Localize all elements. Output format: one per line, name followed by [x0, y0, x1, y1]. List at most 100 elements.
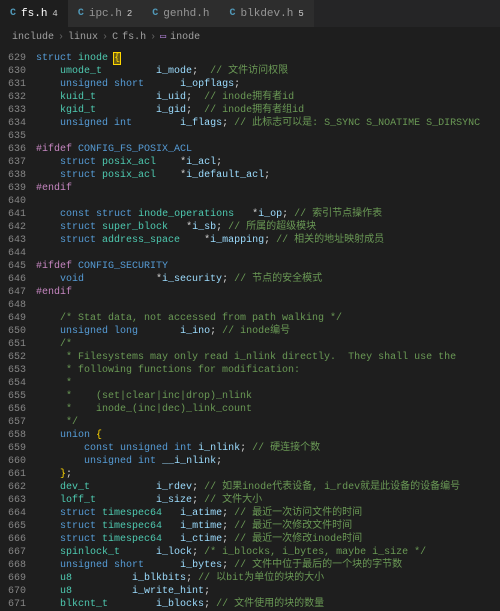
- code-line[interactable]: 638 struct posix_acl *i_default_acl;: [0, 169, 500, 182]
- line-number: 656: [0, 403, 36, 416]
- tab-label: fs.h: [21, 8, 47, 20]
- struct-icon: ▭: [160, 31, 166, 43]
- line-content: u8 i_blkbits; // 以bit为单位的块的大小: [36, 572, 500, 585]
- line-number: 639: [0, 182, 36, 195]
- code-line[interactable]: 635: [0, 130, 500, 143]
- line-content: *: [36, 377, 500, 390]
- code-line[interactable]: 647#endif: [0, 286, 500, 299]
- line-number: 671: [0, 598, 36, 611]
- code-line[interactable]: 655 * (set|clear|inc|drop)_nlink: [0, 390, 500, 403]
- tab-label: ipc.h: [89, 8, 122, 20]
- tab-label: blkdev.h: [241, 8, 294, 20]
- line-content: kuid_t i_uid; // inode拥有者id: [36, 91, 500, 104]
- code-line[interactable]: 667 spinlock_t i_lock; /* i_blocks, i_by…: [0, 546, 500, 559]
- line-number: 667: [0, 546, 36, 559]
- line-content: #endif: [36, 286, 500, 299]
- line-number: 666: [0, 533, 36, 546]
- line-number: 642: [0, 221, 36, 234]
- code-line[interactable]: 669 u8 i_blkbits; // 以bit为单位的块的大小: [0, 572, 500, 585]
- code-line[interactable]: 666 struct timespec64 i_ctime; // 最近一次修改…: [0, 533, 500, 546]
- chevron-right-icon: ›: [102, 32, 108, 43]
- code-line[interactable]: 643 struct address_space *i_mapping; // …: [0, 234, 500, 247]
- chevron-right-icon: ›: [58, 32, 64, 43]
- code-line[interactable]: 630 umode_t i_mode; // 文件访问权限: [0, 65, 500, 78]
- code-line[interactable]: 661 };: [0, 468, 500, 481]
- line-number: 641: [0, 208, 36, 221]
- line-number: 652: [0, 351, 36, 364]
- tab-ipc-h[interactable]: Cipc.h2: [68, 0, 142, 27]
- code-line[interactable]: 652 * Filesystems may only read i_nlink …: [0, 351, 500, 364]
- line-content: #endif: [36, 182, 500, 195]
- code-line[interactable]: 660 unsigned int __i_nlink;: [0, 455, 500, 468]
- line-number: 655: [0, 390, 36, 403]
- breadcrumb-part[interactable]: linux: [68, 32, 98, 43]
- line-content: };: [36, 468, 500, 481]
- line-content: const struct inode_operations *i_op; // …: [36, 208, 500, 221]
- code-line[interactable]: 631 unsigned short i_opflags;: [0, 78, 500, 91]
- code-line[interactable]: 651 /*: [0, 338, 500, 351]
- code-line[interactable]: 665 struct timespec64 i_mtime; // 最近一次修改…: [0, 520, 500, 533]
- code-line[interactable]: 649 /* Stat data, not accessed from path…: [0, 312, 500, 325]
- line-number: 630: [0, 65, 36, 78]
- line-content: struct super_block *i_sb; // 所属的超级模块: [36, 221, 500, 234]
- line-content: /*: [36, 338, 500, 351]
- code-line[interactable]: 644: [0, 247, 500, 260]
- tab-genhd-h[interactable]: Cgenhd.h: [142, 0, 219, 27]
- code-line[interactable]: 668 unsigned short i_bytes; // 文件中位于最后的一…: [0, 559, 500, 572]
- line-content: u8 i_write_hint;: [36, 585, 500, 598]
- c-file-icon: C: [112, 32, 118, 43]
- code-line[interactable]: 632 kuid_t i_uid; // inode拥有者id: [0, 91, 500, 104]
- code-line[interactable]: 640: [0, 195, 500, 208]
- code-line[interactable]: 645#ifdef CONFIG_SECURITY: [0, 260, 500, 273]
- code-line[interactable]: 633 kgid_t i_gid; // inode拥有者组id: [0, 104, 500, 117]
- code-line[interactable]: 639#endif: [0, 182, 500, 195]
- code-line[interactable]: 670 u8 i_write_hint;: [0, 585, 500, 598]
- line-content: dev_t i_rdev; // 如果inode代表设备, i_rdev就是此设…: [36, 481, 500, 494]
- line-number: 657: [0, 416, 36, 429]
- breadcrumb-symbol[interactable]: inode: [170, 32, 200, 43]
- line-content: struct timespec64 i_mtime; // 最近一次修改文件时间: [36, 520, 500, 533]
- code-line[interactable]: 641 const struct inode_operations *i_op;…: [0, 208, 500, 221]
- tab-fs-h[interactable]: Cfs.h4: [0, 0, 68, 27]
- breadcrumb-part[interactable]: fs.h: [122, 32, 146, 43]
- line-content: umode_t i_mode; // 文件访问权限: [36, 65, 500, 78]
- code-line[interactable]: 663 loff_t i_size; // 文件大小: [0, 494, 500, 507]
- line-content: kgid_t i_gid; // inode拥有者组id: [36, 104, 500, 117]
- line-number: 636: [0, 143, 36, 156]
- line-content: struct posix_acl *i_acl;: [36, 156, 500, 169]
- modified-count: 4: [52, 9, 57, 19]
- tab-blkdev-h[interactable]: Cblkdev.h5: [220, 0, 314, 27]
- line-number: 664: [0, 507, 36, 520]
- code-line[interactable]: 650 unsigned long i_ino; // inode编号: [0, 325, 500, 338]
- line-content: struct address_space *i_mapping; // 相关的地…: [36, 234, 500, 247]
- code-line[interactable]: 636#ifdef CONFIG_FS_POSIX_ACL: [0, 143, 500, 156]
- code-line[interactable]: 671 blkcnt_t i_blocks; // 文件使用的块的数量: [0, 598, 500, 611]
- code-line[interactable]: 656 * inode_(inc|dec)_link_count: [0, 403, 500, 416]
- line-content: */: [36, 416, 500, 429]
- line-content: [36, 130, 500, 143]
- code-line[interactable]: 662 dev_t i_rdev; // 如果inode代表设备, i_rdev…: [0, 481, 500, 494]
- code-line[interactable]: 648: [0, 299, 500, 312]
- line-content: * following functions for modification:: [36, 364, 500, 377]
- line-number: 644: [0, 247, 36, 260]
- code-line[interactable]: 658 union {: [0, 429, 500, 442]
- code-line[interactable]: 664 struct timespec64 i_atime; // 最近一次访问…: [0, 507, 500, 520]
- breadcrumb-part[interactable]: include: [12, 32, 54, 43]
- code-line[interactable]: 637 struct posix_acl *i_acl;: [0, 156, 500, 169]
- line-content: struct timespec64 i_atime; // 最近一次访问文件的时…: [36, 507, 500, 520]
- tab-label: genhd.h: [163, 8, 209, 20]
- code-line[interactable]: 646 void *i_security; // 节点的安全模式: [0, 273, 500, 286]
- code-line[interactable]: 634 unsigned int i_flags; // 此标志可以是: S_S…: [0, 117, 500, 130]
- code-line[interactable]: 642 struct super_block *i_sb; // 所属的超级模块: [0, 221, 500, 234]
- line-content: struct inode {: [36, 52, 500, 65]
- code-line[interactable]: 654 *: [0, 377, 500, 390]
- code-line[interactable]: 657 */: [0, 416, 500, 429]
- line-number: 631: [0, 78, 36, 91]
- code-line[interactable]: 659 const unsigned int i_nlink; // 硬连接个数: [0, 442, 500, 455]
- code-editor[interactable]: 629struct inode {630 umode_t i_mode; // …: [0, 46, 500, 611]
- line-content: [36, 195, 500, 208]
- code-line[interactable]: 653 * following functions for modificati…: [0, 364, 500, 377]
- code-line[interactable]: 629struct inode {: [0, 52, 500, 65]
- line-number: 638: [0, 169, 36, 182]
- line-number: 654: [0, 377, 36, 390]
